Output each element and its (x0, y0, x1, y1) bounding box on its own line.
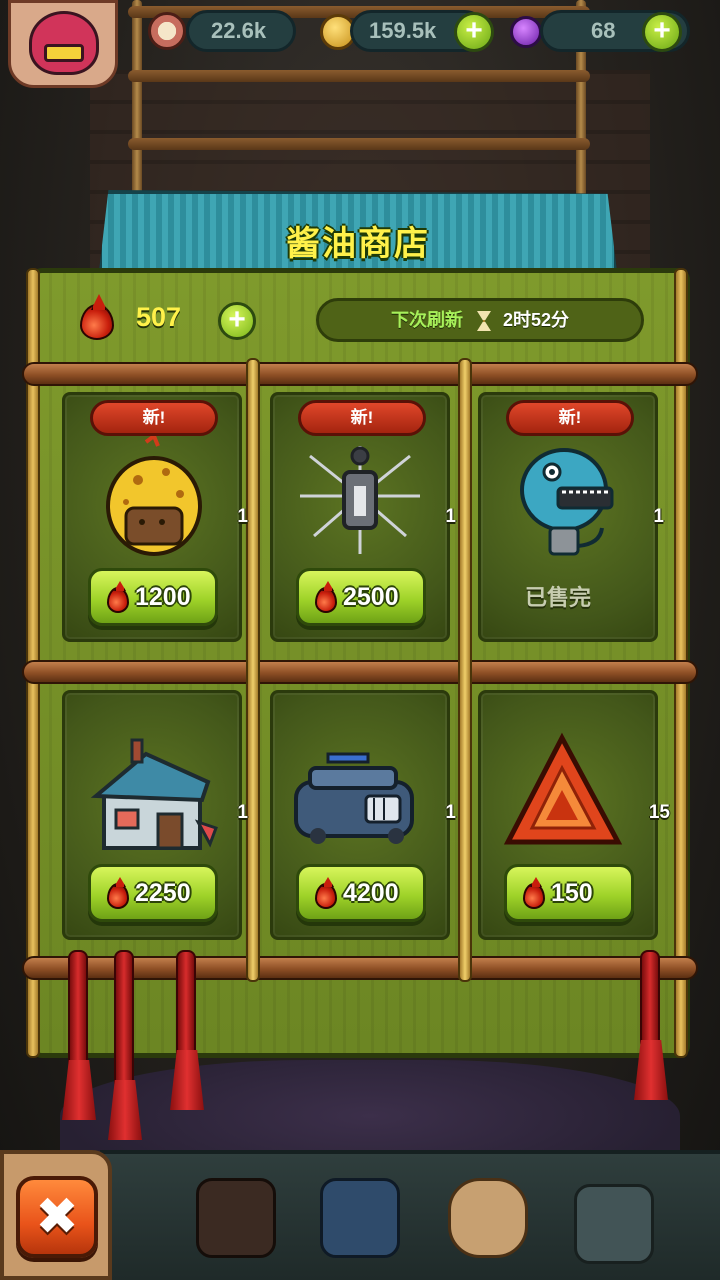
shop-item[interactable]: 新! 1 1200 (62, 400, 262, 650)
buy-button[interactable]: 2250 (88, 864, 218, 922)
refresh-time: 2时52分 (503, 310, 570, 330)
coins-value: 159.5k (369, 18, 437, 43)
buy-button[interactable]: 1200 (88, 568, 218, 626)
soy-drop-icon (107, 587, 129, 613)
item-quantity: 1 (237, 802, 248, 823)
buy-button[interactable]: 2500 (296, 568, 426, 626)
potion-value: 68 (591, 18, 616, 43)
item-price: 2250 (135, 879, 191, 907)
house-building-icon (90, 738, 218, 850)
shop-item[interactable]: 1 2250 (62, 696, 262, 946)
add-potion-button[interactable]: + (642, 12, 682, 52)
avatar-mouth (44, 44, 84, 62)
item-price: 150 (551, 879, 593, 907)
sold-out-label: 已售完 (524, 585, 591, 610)
red-crystal-shard-icon (503, 732, 623, 845)
new-badge: 新! (506, 400, 634, 436)
resource-value: 22.6k (211, 18, 267, 43)
ladder-rung (128, 70, 590, 82)
shop-title: 酱油商店 (286, 225, 430, 263)
refresh-label: 下次刷新 (391, 310, 463, 330)
book-nav-icon[interactable] (320, 1178, 400, 1258)
close-button[interactable]: ✖ (16, 1176, 98, 1258)
red-tassel (68, 950, 88, 1070)
item-quantity: 1 (445, 802, 456, 823)
player-avatar[interactable] (8, 0, 118, 88)
hourglass-icon (477, 311, 491, 331)
soy-drop-icon (107, 883, 129, 909)
eye-icon (148, 12, 186, 50)
red-tassel (640, 950, 660, 1050)
money-bag-nav-icon[interactable] (448, 1178, 528, 1258)
buy-button[interactable]: 4200 (296, 864, 426, 922)
spiky-creature-icon (300, 446, 420, 554)
monster-nav-icon[interactable] (196, 1178, 276, 1258)
item-quantity: 1 (653, 506, 664, 527)
yellow-monster-icon (106, 436, 202, 556)
item-quantity: 1 (237, 506, 248, 527)
item-price: 1200 (135, 583, 191, 611)
soy-drop-icon (315, 587, 337, 613)
shop-item[interactable]: 新! 1 已售完 (478, 400, 678, 650)
frame-log-top (22, 362, 698, 386)
item-quantity: 15 (648, 802, 670, 823)
add-coins-button[interactable]: + (454, 12, 494, 52)
buy-button[interactable]: 150 (504, 864, 634, 922)
new-badge: 新! (298, 400, 426, 436)
red-tassel (176, 950, 196, 1060)
soy-drop-icon (315, 883, 337, 909)
new-badge: 新! (90, 400, 218, 436)
red-tassel (114, 950, 134, 1090)
blue-fish-monster-icon (520, 448, 614, 556)
ladder-rung (128, 138, 590, 150)
grid-menu-nav-icon[interactable] (574, 1184, 654, 1264)
shop-header-banner: 酱油商店 (98, 190, 618, 280)
shop-item[interactable]: 1 4200 (270, 696, 470, 946)
soy-drop-icon (523, 883, 545, 909)
close-icon: ✖ (35, 1188, 79, 1246)
soy-drop-icon (80, 304, 114, 340)
potion-icon (510, 16, 542, 48)
item-price: 4200 (343, 879, 399, 907)
ladder-rope-left (132, 0, 142, 200)
item-quantity: 1 (445, 506, 456, 527)
shop-item[interactable]: 新! 1 2500 (270, 400, 470, 650)
bottom-navigation (100, 1150, 720, 1280)
refresh-timer: 下次刷新 2时52分 (316, 298, 644, 342)
avatar-face (29, 11, 99, 75)
item-price: 2500 (343, 583, 399, 611)
add-currency-button[interactable]: + (218, 302, 256, 340)
frame-log-middle (22, 660, 698, 684)
shop-item[interactable]: 15 150 (478, 696, 678, 946)
currency-amount: 507 (136, 302, 182, 332)
resource-counter: 22.6k (186, 10, 296, 52)
armored-tank-icon (294, 752, 414, 844)
